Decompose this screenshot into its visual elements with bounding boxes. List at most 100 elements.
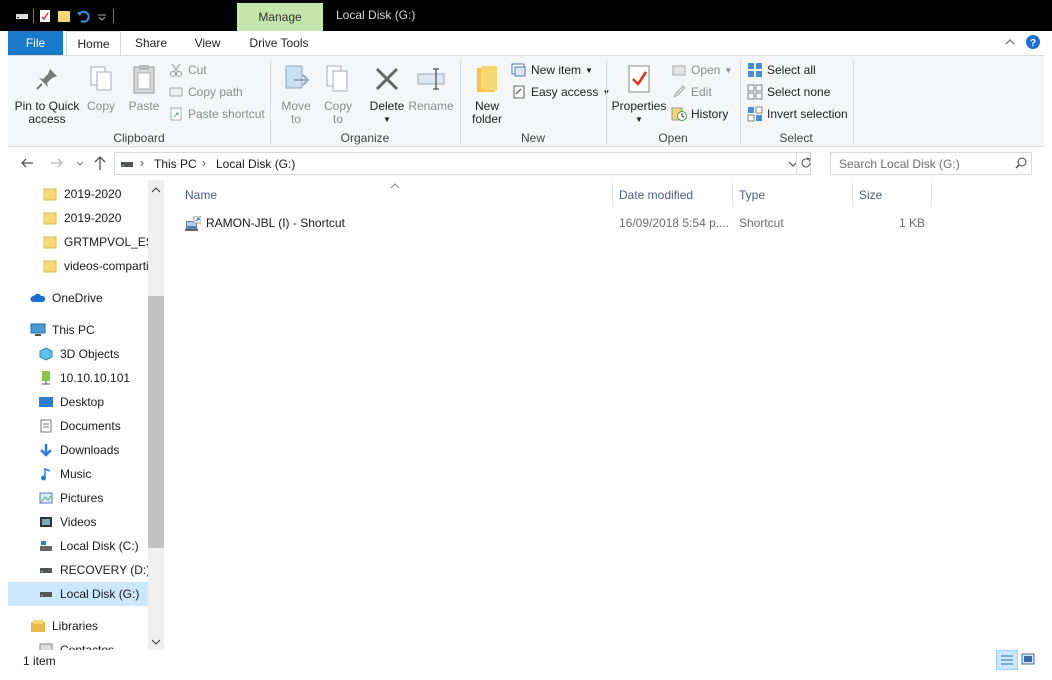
up-arrow-icon[interactable] — [93, 155, 107, 174]
recent-locations-icon[interactable] — [75, 157, 85, 171]
copy-button[interactable]: Copy — [83, 62, 119, 113]
tab-home[interactable]: Home — [66, 31, 121, 56]
select-none-button[interactable]: Select none — [747, 83, 830, 101]
address-bar[interactable]: › This PC › Local Disk (G:) — [114, 152, 811, 175]
cut-button[interactable]: Cut — [168, 61, 207, 79]
easy-access-label: Easy access — [531, 85, 599, 99]
open-button[interactable]: Open ▼ — [671, 61, 732, 79]
forward-arrow-icon[interactable] — [50, 156, 64, 173]
easy-access-button[interactable]: Easy access▼ — [511, 83, 610, 101]
scroll-up-icon[interactable] — [151, 184, 161, 198]
sidebar-item-3d-objects[interactable]: 3D Objects — [8, 342, 148, 366]
search-icon[interactable] — [1015, 157, 1027, 172]
invert-selection-button[interactable]: Invert selection — [747, 105, 848, 123]
downloads-icon — [38, 442, 54, 458]
new-folder-qat-icon[interactable] — [56, 8, 72, 24]
sidebar-item-label: Contactos — [60, 643, 115, 650]
tab-view[interactable]: View — [180, 31, 235, 55]
sidebar-item-recovery-d[interactable]: RECOVERY (D:) — [8, 558, 148, 582]
invert-selection-icon — [747, 106, 763, 122]
select-group-label: Select — [779, 131, 813, 145]
sidebar-item-label: Documents — [60, 419, 121, 433]
paste-label: Paste — [128, 99, 160, 113]
column-header-date[interactable]: Date modified — [613, 183, 731, 207]
breadcrumb-chevron-icon[interactable]: › — [202, 156, 206, 170]
sidebar-item-this-pc[interactable]: This PC — [8, 318, 148, 342]
separator[interactable] — [931, 183, 932, 207]
sidebar-item-desktop[interactable]: Desktop — [8, 390, 148, 414]
scissors-icon — [168, 62, 184, 78]
scrollbar-thumb[interactable] — [148, 296, 164, 548]
help-icon[interactable]: ? — [1026, 35, 1040, 52]
paste-icon — [128, 62, 160, 96]
copy-to-button[interactable]: Copy to — [322, 62, 354, 126]
copy-to-label-2: to — [332, 112, 343, 126]
delete-button[interactable]: Delete ▼ — [369, 62, 405, 126]
properties-button[interactable]: Properties ▼ — [611, 62, 667, 126]
large-icons-view-icon[interactable] — [1021, 653, 1035, 668]
tab-share[interactable]: Share — [124, 31, 178, 55]
breadcrumb-this-pc[interactable]: This PC — [154, 157, 197, 171]
pin-to-quick-access-button[interactable]: Pin to Quick access — [14, 62, 80, 126]
tab-drive-tools[interactable]: Drive Tools — [241, 31, 317, 55]
new-item-button[interactable]: New item ▼ — [511, 61, 593, 79]
sidebar-item-libraries[interactable]: Libraries — [8, 614, 148, 638]
sidebar-item-local-disk-g[interactable]: Local Disk (G:) — [8, 582, 148, 606]
breadcrumb-chevron-icon[interactable]: › — [140, 156, 144, 170]
sidebar-item-2019-2020[interactable]: 2019-2020 — [8, 182, 148, 206]
move-to-button[interactable]: Move to — [280, 62, 312, 126]
properties-qat-icon[interactable] — [37, 8, 53, 24]
scroll-down-icon[interactable] — [151, 636, 161, 650]
customize-qat-icon[interactable] — [94, 8, 110, 24]
search-input[interactable]: Search Local Disk (G:) — [839, 157, 960, 171]
tab-manage[interactable]: Manage — [237, 3, 323, 31]
collapse-ribbon-icon[interactable] — [1004, 36, 1016, 51]
sidebar-item-2019-2020[interactable]: 2019-2020 — [8, 206, 148, 230]
new-folder-button[interactable]: New folder — [468, 62, 506, 126]
sidebar-item-contactos[interactable]: Contactos — [8, 638, 148, 650]
sidebar-item-label: GRTMPVOL_ES_I — [64, 235, 148, 249]
paste-button[interactable]: Paste — [126, 62, 162, 113]
sidebar-item-documents[interactable]: Documents — [8, 414, 148, 438]
sidebar-item-label: Pictures — [60, 491, 104, 505]
sidebar-item-10-10-10-101[interactable]: 10.10.10.101 — [8, 366, 148, 390]
undo-icon[interactable] — [75, 8, 91, 24]
sidebar-item-downloads[interactable]: Downloads — [8, 438, 148, 462]
sidebar-item-label: OneDrive — [52, 291, 103, 305]
sidebar-item-pictures[interactable]: Pictures — [8, 486, 148, 510]
select-all-button[interactable]: Select all — [747, 61, 816, 79]
column-header-type[interactable]: Type — [733, 183, 851, 207]
column-header-size[interactable]: Size — [853, 183, 931, 207]
details-view-icon[interactable] — [996, 650, 1018, 670]
properties-dropdown-icon[interactable]: ▼ — [635, 113, 643, 126]
sidebar-item-videos[interactable]: Videos — [8, 510, 148, 534]
paste-shortcut-label: Paste shortcut — [188, 107, 265, 121]
copy-path-label: Copy path — [188, 85, 243, 99]
tab-file[interactable]: File — [8, 31, 63, 55]
sidebar-item-videos-comparti[interactable]: videos-comparti — [8, 254, 148, 278]
file-name[interactable]: RAMON-JBL (I) - Shortcut — [206, 213, 345, 233]
invert-selection-label: Invert selection — [767, 107, 848, 121]
history-button[interactable]: History — [671, 105, 728, 123]
open-group-label: Open — [658, 131, 688, 145]
sidebar-item-local-disk-c[interactable]: Local Disk (C:) — [8, 534, 148, 558]
back-arrow-icon[interactable] — [20, 156, 34, 173]
delete-dropdown-icon[interactable]: ▼ — [383, 113, 391, 126]
sidebar-item-grtmpvol-es-i[interactable]: GRTMPVOL_ES_I — [8, 230, 148, 254]
delete-label: Delete — [369, 99, 405, 113]
sidebar-item-label: 2019-2020 — [64, 211, 122, 225]
sidebar-item-onedrive[interactable]: OneDrive — [8, 286, 148, 310]
paste-shortcut-button[interactable]: Paste shortcut — [168, 105, 265, 123]
nav-scrollbar[interactable] — [148, 180, 164, 650]
sidebar-item-music[interactable]: Music — [8, 462, 148, 486]
column-header-name[interactable]: Name — [179, 183, 611, 207]
copy-path-button[interactable]: Copy path — [168, 83, 243, 101]
edit-button[interactable]: Edit — [671, 83, 712, 101]
file-date: 16/09/2018 5:54 p.... — [619, 216, 730, 230]
breadcrumb-local-disk-g[interactable]: Local Disk (G:) — [216, 157, 295, 171]
rename-button[interactable]: Rename — [408, 62, 454, 113]
sidebar-item-label: Downloads — [60, 443, 120, 457]
search-box[interactable]: Search Local Disk (G:) — [830, 152, 1032, 175]
navigation-bar: › This PC › Local Disk (G:) Search Local… — [8, 150, 1044, 178]
refresh-icon[interactable] — [800, 157, 812, 172]
